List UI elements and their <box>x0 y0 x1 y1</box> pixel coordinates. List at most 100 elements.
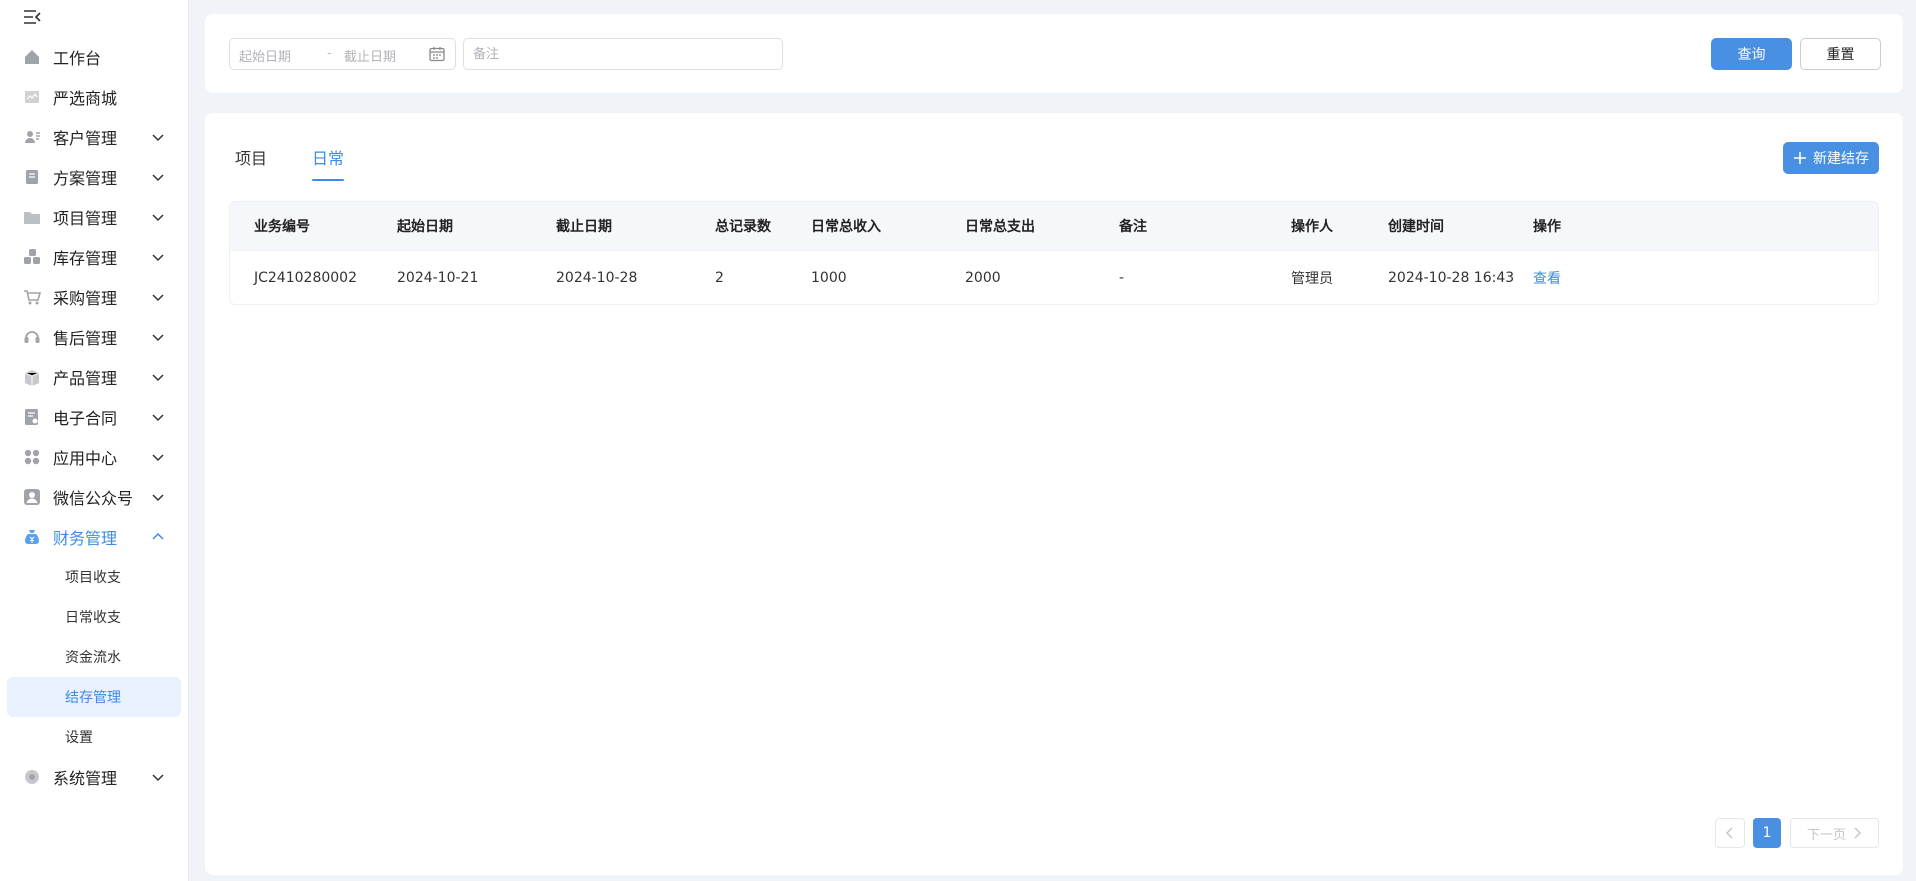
sidebar: 工作台严选商城客户管理方案管理项目管理库存管理采购管理售后管理产品管理电子合同应… <box>0 0 189 881</box>
date-separator: - <box>327 46 332 61</box>
page-number-current[interactable]: 1 <box>1753 818 1781 848</box>
money-bag-icon <box>22 527 42 547</box>
column-header: 创建时间 <box>1388 219 1444 235</box>
sidebar-item-9[interactable]: 电子合同 <box>0 397 189 437</box>
table-cell: 2024-10-21 <box>397 269 479 286</box>
chevron-down-icon <box>152 774 164 782</box>
sidebar-item-12[interactable]: 财务管理 <box>0 517 189 557</box>
headset-icon <box>22 327 42 347</box>
submenu-item-label: 日常收支 <box>65 610 121 626</box>
view-link[interactable]: 查看 <box>1533 251 1561 304</box>
sidebar-item-2[interactable]: 客户管理 <box>0 117 189 157</box>
sidebar-item-label: 售后管理 <box>53 329 118 348</box>
next-page-label: 下一页 <box>1806 827 1846 843</box>
sidebar-item-1[interactable]: 严选商城 <box>0 77 189 117</box>
date-range-picker[interactable]: 起始日期 - 截止日期 <box>229 38 456 70</box>
tab-project[interactable]: 项目 <box>235 145 267 181</box>
sidebar-item-7[interactable]: 售后管理 <box>0 317 189 357</box>
sidebar-item-label: 采购管理 <box>53 289 118 308</box>
submenu-item-4[interactable]: 设置 <box>0 717 189 757</box>
chevron-down-icon <box>152 214 164 222</box>
table-row: JC2410280002 2024-10-21 2024-10-28 2 1000 200… <box>230 250 1878 304</box>
chevron-down-icon <box>152 134 164 142</box>
reset-button[interactable]: 重置 <box>1800 38 1881 70</box>
submenu-item-label: 项目收支 <box>65 570 121 586</box>
query-button[interactable]: 查询 <box>1711 38 1792 70</box>
sidebar-item-label: 项目管理 <box>53 209 118 228</box>
table-cell: 2 <box>715 269 724 286</box>
table-header: 业务编号 起始日期 截止日期 总记录数 日常总收入 日常总支出 备注 操作人 创建时间 操作 <box>230 202 1878 250</box>
chevron-down-icon <box>152 334 164 342</box>
sidebar-item-8[interactable]: 产品管理 <box>0 357 189 397</box>
column-header: 操作人 <box>1291 219 1333 235</box>
sidebar-item-label: 方案管理 <box>53 169 118 188</box>
settings-icon <box>22 767 42 787</box>
chevron-up-icon <box>152 532 164 540</box>
submenu-item-3[interactable]: 结存管理 <box>0 677 189 717</box>
column-header: 日常总支出 <box>965 219 1035 235</box>
sidebar-item-0[interactable]: 工作台 <box>0 37 189 77</box>
table-cell: 管理员 <box>1291 270 1333 287</box>
submenu-item-0[interactable]: 项目收支 <box>0 557 189 597</box>
sidebar-item-label: 库存管理 <box>53 249 118 268</box>
sidebar-item-label: 微信公众号 <box>53 489 134 508</box>
sidebar-item-label: 电子合同 <box>53 409 118 428</box>
chevron-down-icon <box>152 414 164 422</box>
inventory-icon <box>22 247 42 267</box>
table-cell: 1000 <box>811 269 847 286</box>
sidebar-item-label: 工作台 <box>53 49 102 68</box>
plus-icon <box>1794 152 1806 164</box>
submenu-item-1[interactable]: 日常收支 <box>0 597 189 637</box>
sidebar-item-4[interactable]: 项目管理 <box>0 197 189 237</box>
column-header: 业务编号 <box>254 219 310 235</box>
sidebar-item-13[interactable]: 系统管理 <box>0 757 189 797</box>
column-header: 截止日期 <box>556 219 612 235</box>
sidebar-item-label: 财务管理 <box>53 529 118 548</box>
box-icon <box>22 367 42 387</box>
prev-page-button[interactable] <box>1715 818 1745 848</box>
submenu-item-label: 资金流水 <box>65 650 121 666</box>
column-header: 起始日期 <box>397 219 453 235</box>
chevron-down-icon <box>152 254 164 262</box>
sidebar-item-3[interactable]: 方案管理 <box>0 157 189 197</box>
start-date-placeholder[interactable]: 起始日期 <box>239 46 291 65</box>
table-cell: 2024-10-28 16:43 <box>1388 269 1515 286</box>
sidebar-menu: 工作台严选商城客户管理方案管理项目管理库存管理采购管理售后管理产品管理电子合同应… <box>0 37 189 797</box>
end-date-placeholder[interactable]: 截止日期 <box>344 46 396 65</box>
plan-icon <box>22 167 42 187</box>
apps-icon <box>22 447 42 467</box>
chevron-down-icon <box>152 494 164 502</box>
sidebar-item-5[interactable]: 库存管理 <box>0 237 189 277</box>
sidebar-item-label: 应用中心 <box>53 449 118 468</box>
chevron-left-icon <box>1726 827 1733 839</box>
wechat-icon <box>22 487 42 507</box>
remark-input[interactable] <box>463 38 783 70</box>
chevron-down-icon <box>152 374 164 382</box>
next-page-button[interactable]: 下一页 <box>1790 818 1879 848</box>
new-balance-label: 新建结存 <box>1813 151 1869 167</box>
sidebar-item-label: 系统管理 <box>53 769 118 788</box>
folder-icon <box>22 207 42 227</box>
sidebar-item-10[interactable]: 应用中心 <box>0 437 189 477</box>
column-header: 日常总收入 <box>811 219 881 235</box>
home-icon <box>22 47 42 67</box>
chevron-down-icon <box>152 294 164 302</box>
table-cell: JC2410280002 <box>254 269 357 286</box>
filter-bar: 起始日期 - 截止日期 查询 重置 <box>205 14 1903 93</box>
table-cell: - <box>1119 269 1125 286</box>
table-body: JC2410280002 2024-10-21 2024-10-28 2 1000 200… <box>230 250 1878 304</box>
submenu-item-2[interactable]: 资金流水 <box>0 637 189 677</box>
new-balance-button[interactable]: 新建结存 <box>1783 142 1879 174</box>
sidebar-item-11[interactable]: 微信公众号 <box>0 477 189 517</box>
sidebar-item-label: 严选商城 <box>53 89 118 108</box>
sidebar-item-6[interactable]: 采购管理 <box>0 277 189 317</box>
table-cell: 2000 <box>965 269 1001 286</box>
tab-daily[interactable]: 日常 <box>312 145 345 181</box>
sidebar-item-label: 客户管理 <box>53 129 118 148</box>
sidebar-item-label: 产品管理 <box>53 369 118 388</box>
chevron-down-icon <box>152 174 164 182</box>
menu-collapse-icon[interactable] <box>22 8 44 28</box>
balance-table: 业务编号 起始日期 截止日期 总记录数 日常总收入 日常总支出 备注 操作人 创建时间 操作 JC… <box>229 201 1879 305</box>
calendar-icon[interactable] <box>428 45 446 63</box>
column-header: 备注 <box>1119 219 1147 235</box>
